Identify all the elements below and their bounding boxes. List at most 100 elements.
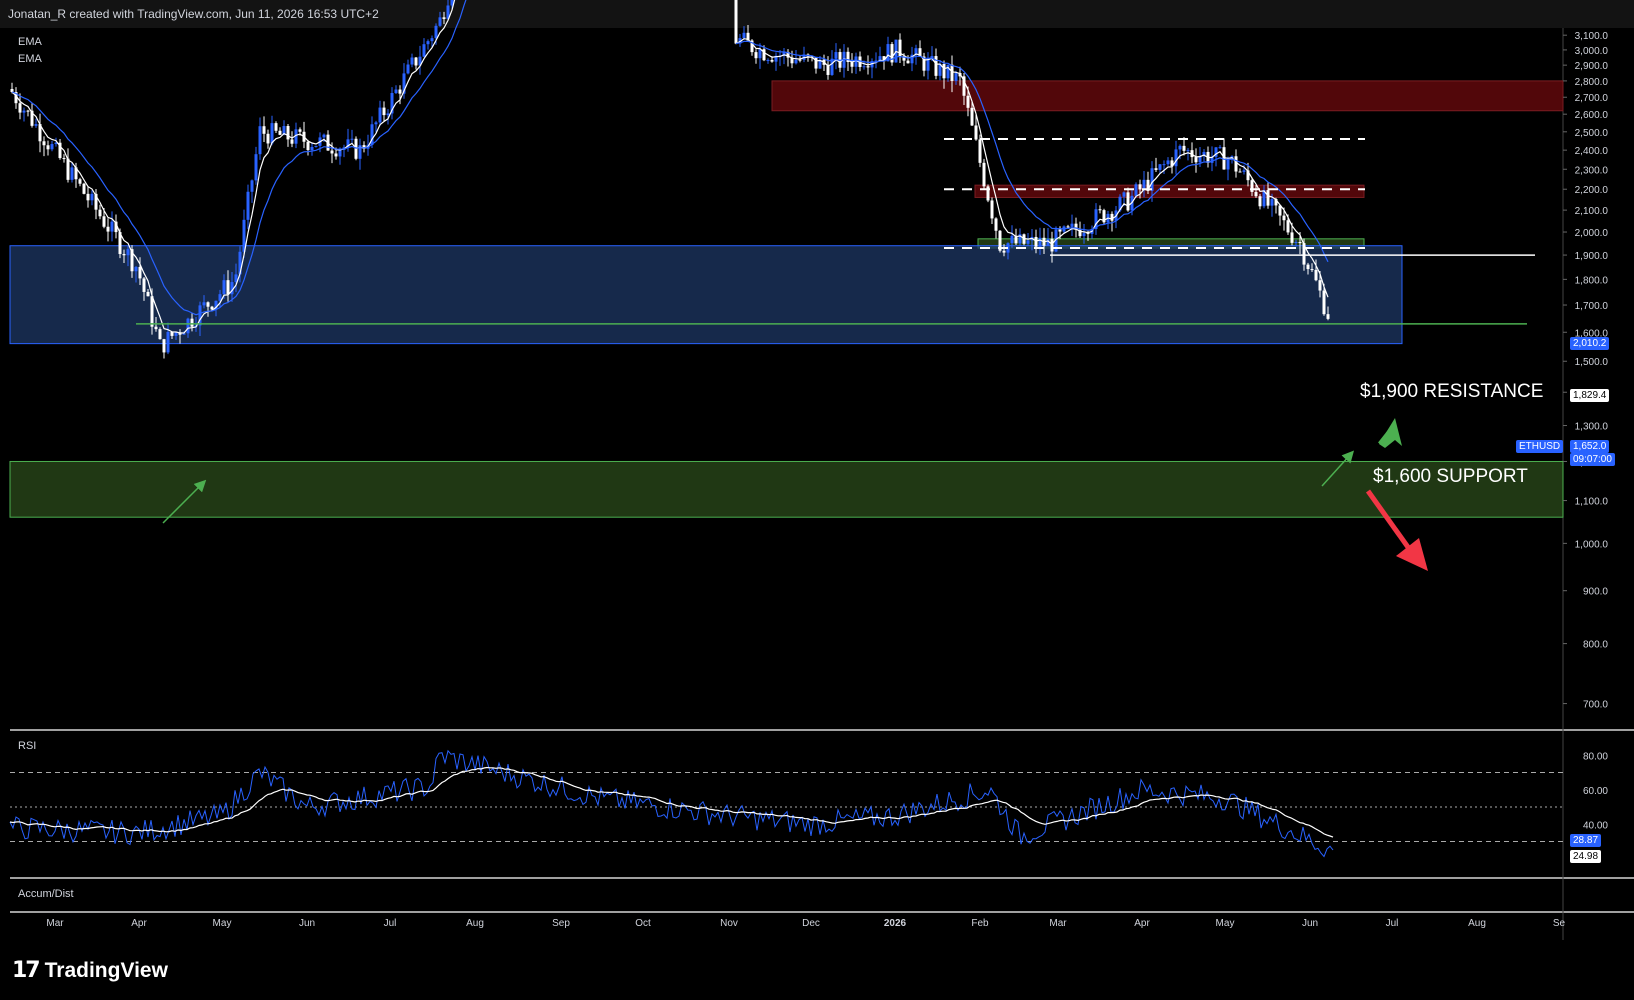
candle-body xyxy=(1110,213,1114,221)
candle-body xyxy=(410,57,414,65)
candle-body xyxy=(174,332,178,336)
candle-body xyxy=(82,183,86,194)
candle-body xyxy=(1314,269,1318,281)
candle-body xyxy=(862,66,866,68)
candle-body xyxy=(906,60,910,64)
candle-body xyxy=(1134,184,1138,196)
candle-body xyxy=(966,95,970,108)
time-tick-label: Se xyxy=(1553,918,1566,929)
time-axis: Mar Apr May Jun Jul Aug Sep Oct Nov Dec 2026 Feb Mar… xyxy=(46,918,1565,929)
candle-body xyxy=(154,326,158,330)
tradingview-logo[interactable]: 17 TradingView xyxy=(12,958,168,983)
candle-body xyxy=(954,73,958,81)
price-tick-label: 2,200.0 xyxy=(1575,185,1609,196)
candle-body xyxy=(394,89,398,94)
candle-body xyxy=(142,278,146,292)
candle-body xyxy=(426,41,430,45)
candle-body xyxy=(162,339,166,353)
rsi-tick-label: 40.00 xyxy=(1583,820,1608,831)
time-tick-label: Mar xyxy=(1049,918,1067,929)
candle-body xyxy=(742,32,746,39)
candle-body xyxy=(1058,229,1062,232)
candle-body xyxy=(1126,192,1130,211)
candle-body xyxy=(1310,269,1314,271)
time-tick-label: Jun xyxy=(1302,918,1318,929)
candle-body xyxy=(942,63,946,79)
candle-body xyxy=(1086,233,1090,235)
candle-body xyxy=(306,141,310,151)
candle-body xyxy=(222,280,226,295)
candle-body xyxy=(62,158,66,160)
candle-body xyxy=(422,44,426,57)
price-tick-label: 1,800.0 xyxy=(1575,275,1609,286)
candle-body xyxy=(266,133,270,144)
candle-body xyxy=(138,266,142,279)
candle-body xyxy=(1142,179,1146,190)
candle-body xyxy=(262,126,266,134)
candle-body xyxy=(310,146,314,151)
price-tick-label: 2,700.0 xyxy=(1575,93,1609,104)
candle-body xyxy=(1326,314,1330,319)
time-tick-label: Dec xyxy=(802,918,820,929)
time-tick-label: Feb xyxy=(971,918,989,929)
candle-body xyxy=(42,141,46,146)
candle-body xyxy=(398,89,402,94)
candle-body xyxy=(22,110,26,113)
time-tick-label: May xyxy=(1216,918,1235,929)
candle-body xyxy=(442,17,446,19)
candle-body xyxy=(1150,168,1154,191)
ema-legend-1[interactable]: EMA xyxy=(18,36,42,48)
accum-dist-legend[interactable]: Accum/Dist xyxy=(18,888,74,900)
candle-body xyxy=(926,58,930,71)
candle-body xyxy=(1286,220,1290,233)
resistance-label: $1,900 RESISTANCE xyxy=(1360,381,1544,402)
candle-body xyxy=(794,59,798,64)
candle-body xyxy=(66,158,70,180)
candle-body xyxy=(1226,159,1230,170)
price-tick-label: 2,600.0 xyxy=(1575,110,1609,121)
price-tick-label: 3,100.0 xyxy=(1575,31,1609,42)
candle-body xyxy=(1258,196,1262,207)
time-tick-label: Jun xyxy=(299,918,315,929)
candle-body xyxy=(1294,241,1298,243)
price-tick-label: 800.0 xyxy=(1583,640,1608,651)
candle-body xyxy=(990,200,994,219)
candle-body xyxy=(290,139,294,144)
candle-body xyxy=(126,249,130,256)
candle-body xyxy=(18,103,22,113)
candle-body xyxy=(1122,192,1126,197)
rsi-ma-line xyxy=(9,766,1334,838)
time-tick-label: Sep xyxy=(552,918,570,929)
footer-bar xyxy=(0,940,1634,1000)
candle-body xyxy=(1186,150,1190,152)
price-tick-label: 2,500.0 xyxy=(1575,128,1609,139)
candle-body xyxy=(974,125,978,140)
candle-body xyxy=(26,110,30,112)
candle-body xyxy=(98,209,102,217)
rsi-pane: 80.00 60.00 40.00 xyxy=(9,749,1608,858)
candle-body xyxy=(1158,164,1162,170)
tv-logo-text: TradingView xyxy=(44,958,168,982)
candle-body xyxy=(770,59,774,62)
candle-body xyxy=(1242,170,1246,172)
ema-legend-2[interactable]: EMA xyxy=(18,53,42,65)
time-tick-label: May xyxy=(213,918,232,929)
rsi-tick-label: 60.00 xyxy=(1583,786,1608,797)
candle-body xyxy=(186,318,190,334)
candle-body xyxy=(34,124,38,126)
candle-body xyxy=(254,154,258,181)
candle-body xyxy=(338,149,342,157)
candle-body xyxy=(190,318,194,327)
symbol-badge[interactable]: ETHUSD xyxy=(1516,440,1564,453)
candle-body xyxy=(1138,184,1142,190)
rsi-legend[interactable]: RSI xyxy=(18,740,36,752)
candle-body xyxy=(350,138,354,140)
candle-body xyxy=(1322,290,1326,315)
candle-body xyxy=(314,145,318,147)
candle-body xyxy=(322,134,326,138)
price-tick-label: 2,400.0 xyxy=(1575,146,1609,157)
candle-body xyxy=(866,66,870,68)
time-tick-label: Oct xyxy=(635,918,651,929)
candle-body xyxy=(1166,160,1170,165)
candle-body xyxy=(1178,145,1182,150)
